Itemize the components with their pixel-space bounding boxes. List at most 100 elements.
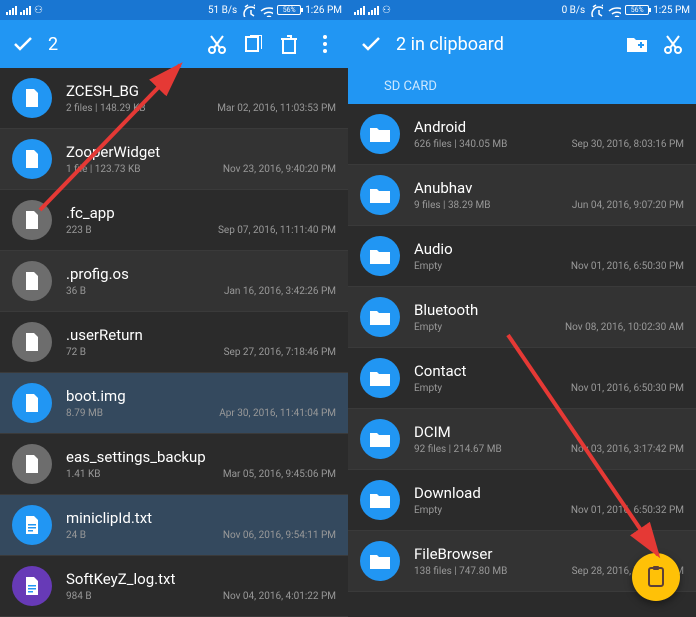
file-list[interactable]: Android 626 files | 340.05 MB Sep 30, 2016… [348,104,696,592]
item-title: Android [414,118,684,136]
cut-button[interactable] [206,33,228,55]
signal-icon [354,6,365,15]
item-meta: 2 files | 148.29 KB [66,103,146,114]
item-meta: Empty [414,261,442,272]
item-date: Jun 04, 2016, 9:07:20 PM [572,200,684,211]
actionbar: 2 in clipboard [348,20,696,68]
item-title: Anubhav [414,179,684,197]
item-title: ZooperWidget [66,143,336,161]
item-date: Nov 01, 2016, 6:50:32 PM [571,505,684,516]
wifi-icon [607,3,621,17]
wifi-icon [259,3,273,17]
signal-icon [20,6,31,15]
clipboard-title: 2 in clipboard [396,34,612,55]
alarm-icon [241,3,255,17]
item-title: ZCESH_BG [66,82,336,100]
folder-icon [360,480,400,520]
list-item[interactable]: .userReturn72 BSep 27, 2016, 7:18:46 PM [0,312,348,373]
new-folder-button[interactable] [626,33,648,55]
file-icon [12,444,52,484]
list-item[interactable]: DCIM92 files | 214.67 MBNov 03, 2016, 3:… [348,409,696,470]
item-meta: Empty [414,505,442,516]
signal-icon [368,6,379,15]
item-date: Sep 27, 2016, 7:18:46 PM [224,347,336,358]
list-item[interactable]: miniclipId.txt24 BNov 06, 2016, 9:54:11 … [0,495,348,556]
item-meta: 138 files | 747.80 MB [414,566,507,577]
file-list[interactable]: ZCESH_BG2 files | 148.29 KBMar 02, 2016,… [0,68,348,617]
list-item[interactable]: Download Empty Nov 01, 2016, 6:50:32 PM [348,470,696,531]
list-item[interactable]: .profig.os36 BJan 16, 2016, 3:42:26 PM [0,251,348,312]
signal-icon [6,6,17,15]
item-meta: 1.41 KB [66,469,100,480]
item-meta: 626 files | 340.05 MB [414,139,507,150]
item-title: Audio [414,240,684,258]
item-date: Apr 30, 2016, 11:41:04 PM [219,408,336,419]
item-title: .fc_app [66,204,336,222]
list-item[interactable]: ContactEmptyNov 01, 2016, 6:50:30 PM [348,348,696,409]
selection-count: 2 [48,34,192,55]
folder-icon [360,419,400,459]
battery-icon: 56% [277,5,301,15]
alarm-icon [589,3,603,17]
item-meta: 36 B [66,286,86,297]
folder-icon [360,114,400,154]
folder-icon [360,236,400,276]
item-date: Nov 01, 2016, 6:50:30 PM [571,383,684,394]
delete-button[interactable] [278,33,300,55]
breadcrumb[interactable]: SD CARD [348,68,696,104]
copy-button[interactable] [242,33,264,55]
file-icon [12,322,52,362]
file-icon [12,139,52,179]
item-date: Nov 08, 2016, 10:02:30 AM [565,322,684,333]
item-date: Sep 30, 2016, 8:03:16 PM [572,139,684,150]
item-title: DCIM [414,423,684,441]
file-icon [12,78,52,118]
item-title: boot.img [66,387,336,405]
item-meta: 984 B [66,591,92,602]
item-meta: 72 B [66,347,86,358]
clock: 1:26 PM [305,5,342,16]
list-item[interactable]: boot.img8.79 MBApr 30, 2016, 11:41:04 PM [0,373,348,434]
statusbar: ⚇ 0 B/s 56% 1:25 PM [348,0,696,20]
item-meta: 24 B [66,530,86,541]
item-meta: 9 files | 38.29 MB [414,200,491,211]
list-item[interactable]: SoftKeyZ_log.txt 984 B Nov 04, 2016, 4:01:… [0,556,348,617]
list-item[interactable]: Audio Empty Nov 01, 2016, 6:50:30 PM [348,226,696,287]
folder-icon [360,541,400,581]
list-item[interactable]: ZooperWidget1 file | 123.73 KBNov 23, 20… [0,129,348,190]
more-button[interactable] [314,33,336,55]
done-button[interactable] [360,33,382,55]
item-title: SoftKeyZ_log.txt [66,570,336,588]
item-date: Nov 06, 2016, 9:54:11 PM [223,530,336,541]
phone-left: ⚇ 51 B/s 56% 1:26 PM 2 ZCESH_BG 2 files |… [0,0,348,617]
done-button[interactable] [12,33,34,55]
doc-icon [12,566,52,606]
cut-button[interactable] [662,33,684,55]
list-item[interactable]: Android 626 files | 340.05 MB Sep 30, 2016… [348,104,696,165]
paste-fab[interactable] [632,553,680,601]
list-item[interactable]: Anubhav 9 files | 38.29 MB Jun 04, 2016, 9… [348,165,696,226]
doc-icon [12,505,52,545]
file-icon [12,261,52,301]
list-item[interactable]: ZCESH_BG2 files | 148.29 KBMar 02, 2016,… [0,68,348,129]
file-icon [12,383,52,423]
item-date: Nov 23, 2016, 9:40:20 PM [223,164,336,175]
item-date: Nov 01, 2016, 6:50:30 PM [571,261,684,272]
item-date: Sep 07, 2016, 11:11:40 PM [218,225,336,236]
item-title: Bluetooth [414,301,684,319]
list-item[interactable]: Bluetooth Empty Nov 08, 2016, 10:02:30 AM [348,287,696,348]
item-meta: Empty [414,322,442,333]
item-date: Nov 04, 2016, 4:01:22 PM [223,591,336,602]
statusbar: ⚇ 51 B/s 56% 1:26 PM [0,0,348,20]
clock: 1:25 PM [653,5,690,16]
list-item[interactable]: eas_settings_backup1.41 KBMar 05, 2016, … [0,434,348,495]
phone-right: ⚇ 0 B/s 56% 1:25 PM 2 in clipboard SD CA… [348,0,696,617]
list-item[interactable]: .fc_app 223 B Sep 07, 2016, 11:11:40 PM [0,190,348,251]
fish-icon: ⚇ [382,5,391,16]
data-rate: 0 B/s [562,5,586,16]
item-meta: 223 B [66,225,92,236]
item-title: eas_settings_backup [66,448,336,466]
item-title: Download [414,484,684,502]
fish-icon: ⚇ [34,5,43,16]
item-date: Jan 16, 2016, 3:42:26 PM [224,286,336,297]
